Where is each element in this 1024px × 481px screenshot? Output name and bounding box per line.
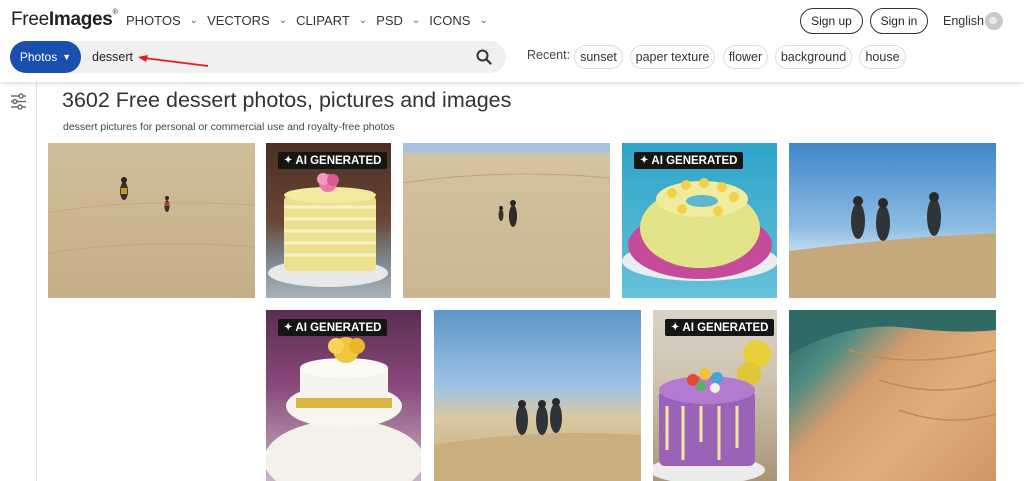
filter-rail — [0, 82, 37, 481]
image-thumbnail-desert-runners[interactable] — [48, 143, 255, 298]
recent-label: Recent: — [527, 48, 571, 62]
image-thumbnail-sand-dune-closeup[interactable] — [789, 310, 996, 481]
desert-scene — [789, 310, 996, 421]
recent-chip-paper-texture[interactable]: paper texture — [630, 45, 715, 69]
search-icon[interactable] — [476, 49, 492, 65]
filter-sliders-icon[interactable] — [10, 93, 27, 110]
sparkle-icon: ✦ — [671, 322, 680, 333]
nav-psd[interactable]: PSD — [376, 13, 403, 28]
chevron-down-icon[interactable]: ⌄ — [479, 15, 487, 26]
image-thumbnail-ai-cake-3[interactable]: ✦ AI GENERATED — [266, 310, 421, 481]
sparkle-icon: ✦ — [284, 322, 293, 333]
search-type-dropdown[interactable]: Photos ▼ — [10, 41, 81, 73]
desert-scene — [434, 398, 641, 481]
nav-vectors[interactable]: VECTORS — [207, 13, 270, 28]
image-thumbnail-dunes-walkers[interactable] — [403, 143, 610, 298]
chevron-down-icon[interactable]: ⌄ — [279, 15, 287, 26]
desert-scene — [48, 177, 255, 254]
chevron-down-icon[interactable]: ⌄ — [412, 15, 420, 26]
page-subtitle: dessert pictures for personal or commerc… — [63, 121, 395, 133]
nav-icons[interactable]: ICONS — [429, 13, 470, 28]
search-type-label: Photos — [19, 50, 58, 64]
recent-chip-flower[interactable]: flower — [723, 45, 768, 69]
nav-clipart[interactable]: CLIPART — [296, 13, 350, 28]
page-title: 3602 Free dessert photos, pictures and i… — [62, 88, 512, 112]
chevron-down-icon[interactable]: ⌄ — [190, 15, 198, 26]
image-thumbnail-ai-cake-4[interactable]: ✦ AI GENERATED — [653, 310, 777, 481]
site-logo[interactable]: FreeImages® — [11, 9, 118, 31]
image-thumbnail-walkers-blue-sky[interactable] — [434, 310, 641, 481]
sparkle-icon: ✦ — [284, 155, 293, 166]
ai-generated-badge: ✦ AI GENERATED — [278, 152, 388, 169]
language-selector[interactable]: English — [943, 14, 984, 28]
globe-icon[interactable] — [985, 12, 1003, 30]
search-bar: Photos ▼ — [10, 41, 506, 73]
image-thumbnail-ai-cake-2[interactable]: ✦ AI GENERATED — [622, 143, 777, 298]
recent-chip-sunset[interactable]: sunset — [574, 45, 623, 69]
ai-generated-badge: ✦ AI GENERATED — [278, 319, 388, 336]
chevron-down-icon[interactable]: ⌄ — [359, 15, 367, 26]
recent-chip-background[interactable]: background — [775, 45, 852, 69]
nav-photos[interactable]: PHOTOS — [126, 13, 181, 28]
header: FreeImages® PHOTOS ⌄ VECTORS ⌄ CLIPART ⌄ PS… — [0, 0, 1024, 82]
main-nav: PHOTOS ⌄ VECTORS ⌄ CLIPART ⌄ PSD ⌄ ICONS ⌄ — [126, 13, 497, 28]
recent-chip-house[interactable]: house — [859, 45, 906, 69]
desert-scene — [403, 173, 610, 227]
desert-scene — [789, 192, 996, 298]
ai-generated-badge: ✦ AI GENERATED — [665, 319, 775, 336]
ai-generated-badge: ✦ AI GENERATED — [634, 152, 744, 169]
image-thumbnail-hikers-on-dune[interactable] — [789, 143, 996, 298]
annotation-arrow — [138, 55, 209, 67]
signup-button[interactable]: Sign up — [800, 8, 863, 34]
image-thumbnail-ai-cake-1[interactable]: ✦ AI GENERATED — [266, 143, 391, 298]
chevron-down-icon: ▼ — [62, 52, 72, 62]
sparkle-icon: ✦ — [640, 155, 649, 166]
signin-button[interactable]: Sign in — [870, 8, 928, 34]
